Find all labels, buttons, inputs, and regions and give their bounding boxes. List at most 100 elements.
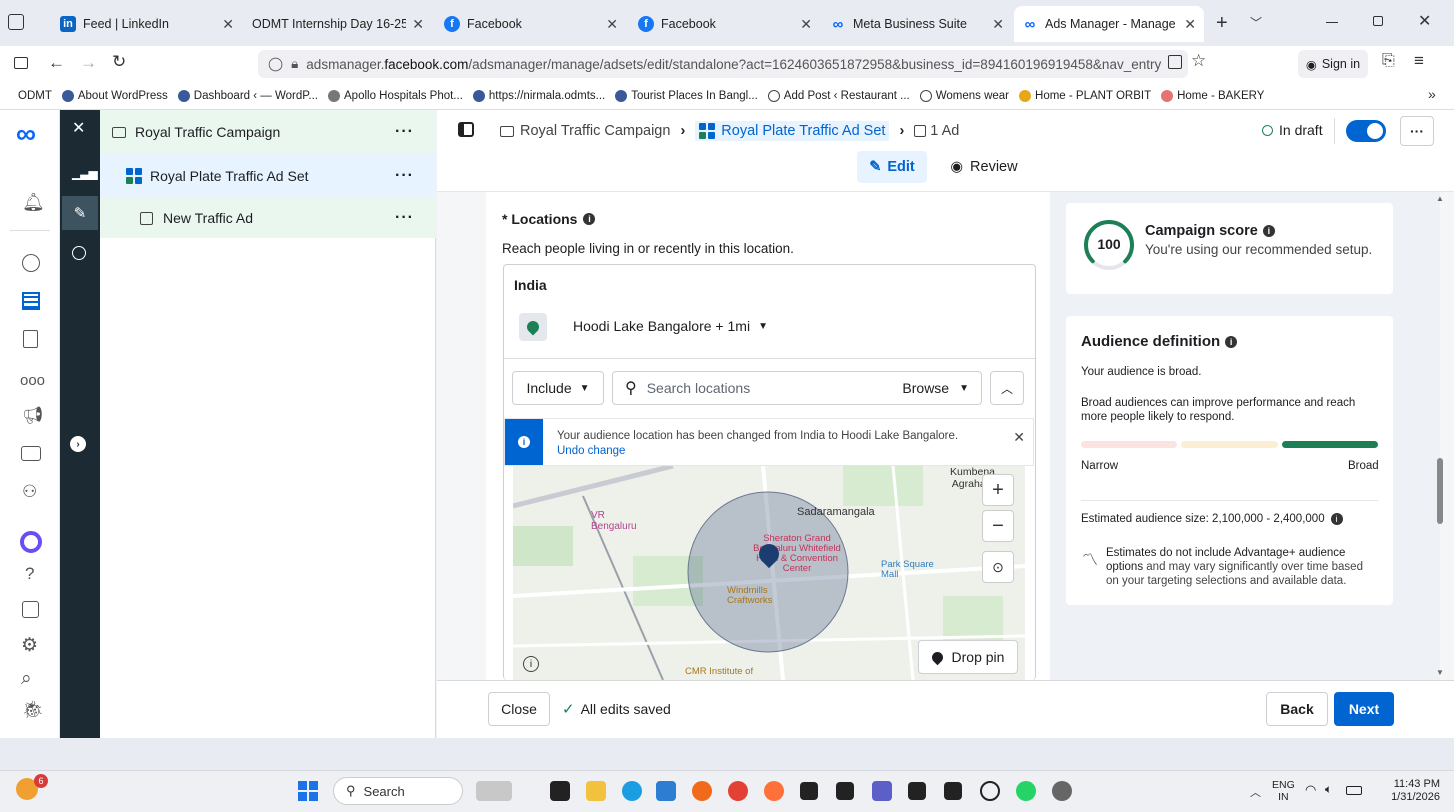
forward-arrow-icon[interactable]: → — [80, 53, 97, 73]
bookmark-item[interactable]: Add Post ‹ Restaurant ... — [767, 89, 910, 102]
breadcrumb-adset[interactable]: Royal Plate Traffic Ad Set — [695, 121, 890, 141]
edge-icon[interactable] — [622, 781, 642, 801]
bookmark-item[interactable]: About WordPress — [61, 89, 168, 102]
bookmark-item[interactable]: Tourist Places In Bangl... — [615, 89, 758, 102]
edit-tab[interactable]: ✎ Edit — [857, 151, 927, 183]
next-button[interactable]: Next — [1334, 692, 1394, 726]
taskbar-app-icon[interactable] — [550, 781, 570, 801]
taskbar-app-icon[interactable] — [836, 782, 854, 800]
language-indicator[interactable]: ENG IN — [1272, 779, 1295, 803]
search-icon[interactable]: ⌕ — [21, 668, 32, 690]
bookmark-item[interactable]: ODMT — [18, 90, 52, 102]
taskbar-app-icon[interactable] — [656, 781, 676, 801]
history-clock-icon[interactable] — [72, 246, 86, 260]
firefox-icon[interactable] — [764, 781, 784, 801]
bookmark-item[interactable]: Home - PLANT ORBIT — [1019, 89, 1151, 102]
file-explorer-icon[interactable] — [586, 781, 606, 801]
reader-view-icon[interactable] — [1168, 55, 1182, 69]
info-icon[interactable]: i — [583, 213, 596, 225]
meta-ai-icon[interactable] — [20, 531, 42, 553]
window-close-icon[interactable]: ✕ — [1418, 11, 1431, 31]
tab-list-icon[interactable] — [8, 14, 24, 30]
zoom-out-button[interactable]: − — [982, 510, 1014, 542]
taskbar-app-icon[interactable] — [800, 782, 818, 800]
reload-icon[interactable]: ↻ — [112, 52, 126, 72]
sidebar-toggle-icon[interactable] — [14, 57, 28, 69]
info-icon[interactable]: i — [1330, 513, 1343, 525]
gauge-icon[interactable] — [22, 254, 40, 272]
whatsapp-icon[interactable] — [1016, 781, 1036, 801]
header-more-button[interactable]: ··· — [1400, 116, 1434, 146]
extensions-icon[interactable]: ⎘ — [1382, 52, 1395, 70]
ads-table-icon[interactable] — [22, 292, 40, 310]
expand-chevron-icon[interactable]: › — [70, 436, 86, 452]
volume-icon[interactable]: 🔈︎ — [1325, 782, 1332, 797]
bug-icon[interactable]: 🐞︎ — [22, 700, 44, 720]
globe-icon[interactable] — [980, 781, 1000, 801]
undo-change-link[interactable]: Undo change — [557, 445, 625, 457]
news-icon[interactable] — [22, 601, 39, 618]
taskbar-app-icon[interactable] — [476, 781, 512, 801]
bookmark-item[interactable]: Home - BAKERY — [1161, 89, 1264, 102]
bookmark-item[interactable]: Apollo Hospitals Phot... — [328, 89, 463, 102]
close-tab-icon[interactable]: ✕ — [800, 16, 812, 33]
bookmark-item[interactable]: Womens wear — [919, 89, 1009, 102]
back-button[interactable]: Back — [1266, 692, 1328, 726]
tray-chevron-icon[interactable]: ︿ — [1250, 784, 1261, 800]
taskbar-app-icon[interactable] — [692, 781, 712, 801]
accounts-icon[interactable]: ⚇ — [22, 482, 37, 502]
url-bar[interactable]: ◯ 🔒︎ adsmanager. facebook.com/adsmanager/… — [258, 50, 1188, 78]
close-button[interactable]: Close — [488, 692, 550, 726]
sign-in-button[interactable]: ◉ Sign in — [1298, 50, 1368, 78]
windows-start-icon[interactable] — [298, 781, 318, 801]
menu-icon[interactable]: ≡ — [1414, 51, 1424, 71]
taskbar-app-icon[interactable] — [944, 782, 962, 800]
panel-toggle-icon[interactable] — [458, 122, 474, 137]
tab-facebook-2[interactable]: f Facebook ✕ — [630, 6, 820, 42]
close-tab-icon[interactable]: ✕ — [222, 16, 234, 33]
review-tab[interactable]: ◉ Review — [944, 151, 1024, 183]
bookmark-item[interactable]: Dashboard ‹ — WordP... — [177, 89, 318, 102]
collapse-button[interactable]: ︿ — [990, 371, 1024, 405]
billing-card-icon[interactable] — [21, 446, 41, 461]
search-locations-field[interactable]: ⚲ Search locations Browse ▼ — [612, 371, 982, 405]
drop-pin-button[interactable]: Drop pin — [918, 640, 1018, 674]
scrollbar-thumb[interactable] — [1437, 458, 1443, 524]
breadcrumb-campaign[interactable]: Royal Traffic Campaign — [520, 123, 670, 139]
tab-facebook-1[interactable]: f Facebook ✕ — [436, 6, 626, 42]
dismiss-notice-icon[interactable]: ✕ — [1013, 429, 1025, 446]
chevron-down-icon[interactable]: ﹀ — [1250, 14, 1262, 31]
notifications-bell-icon[interactable]: 🔔︎ — [22, 192, 45, 213]
settings-gear-icon[interactable]: ⚙︎ — [21, 634, 38, 657]
taskbar-app-icon[interactable] — [908, 782, 926, 800]
breadcrumb-ad[interactable]: 1 Ad — [930, 123, 959, 139]
tab-linkedin[interactable]: in Feed | LinkedIn ✕ — [52, 6, 242, 42]
taskbar-search[interactable]: ⚲ Search — [333, 777, 463, 805]
info-icon[interactable]: i — [1262, 225, 1275, 237]
help-icon[interactable]: ? — [25, 564, 34, 584]
selected-location[interactable]: Hoodi Lake Bangalore + 1mi ▼ — [573, 318, 768, 334]
content-scrollbar[interactable]: ▲ ▼ — [1436, 194, 1444, 678]
tab-odmt[interactable]: ODMT Internship Day 16-25 - O ✕ — [244, 6, 432, 42]
teams-icon[interactable] — [872, 781, 892, 801]
audience-icon[interactable]: ooo — [20, 372, 45, 389]
tab-ads-manager[interactable]: ∞ Ads Manager - Manage ads ✕ — [1014, 6, 1204, 42]
back-arrow-icon[interactable]: ← — [48, 53, 65, 73]
edit-pencil-rail-icon[interactable]: ✎ — [62, 196, 98, 230]
wifi-icon[interactable]: ◠ — [1305, 782, 1316, 798]
restore-icon[interactable] — [1373, 16, 1383, 26]
tab-meta-business-suite[interactable]: ∞ Meta Business Suite ✕ — [822, 6, 1012, 42]
map-info-icon[interactable]: i — [523, 656, 539, 672]
bookmark-item[interactable]: https://nirmala.odmts... — [472, 89, 605, 102]
tree-item-adset[interactable]: Royal Plate Traffic Ad Set ··· — [100, 154, 436, 198]
minimize-icon[interactable] — [1326, 22, 1338, 23]
battery-icon[interactable] — [1346, 786, 1362, 795]
close-tab-icon[interactable]: ✕ — [992, 16, 1004, 33]
megaphone-icon[interactable]: 📢︎ — [22, 406, 44, 426]
tree-item-ad[interactable]: New Traffic Ad ··· — [100, 198, 436, 238]
close-tab-icon[interactable]: ✕ — [606, 16, 618, 33]
chart-icon[interactable]: ▁▃▅ — [72, 166, 98, 180]
close-tab-icon[interactable]: ✕ — [1184, 16, 1196, 33]
more-options-icon[interactable]: ··· — [395, 209, 414, 227]
include-dropdown[interactable]: Include ▼ — [512, 371, 604, 405]
